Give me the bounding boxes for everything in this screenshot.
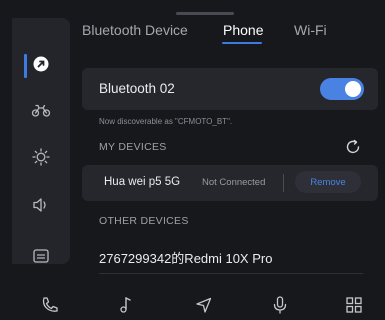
nav-navigation[interactable]: [192, 296, 216, 318]
tab-phone[interactable]: Phone: [223, 22, 263, 38]
device-status: Not Connected: [202, 177, 266, 188]
sidebar-item-volume[interactable]: [12, 190, 70, 220]
phone-icon: [40, 295, 60, 320]
bottom-nav-bar: [0, 292, 385, 320]
display-icon: [32, 248, 50, 264]
nav-voice[interactable]: [268, 295, 292, 320]
motorcycle-icon: [31, 102, 51, 118]
apps-grid-icon: [345, 296, 363, 319]
navigation-icon: [194, 295, 214, 320]
nav-phone[interactable]: [38, 296, 62, 318]
other-devices-heading: OTHER DEVICES: [99, 215, 189, 227]
bluetooth-toggle[interactable]: [320, 78, 364, 100]
brightness-icon: [32, 148, 50, 166]
tab-wifi[interactable]: Wi-Fi: [294, 22, 327, 38]
bluetooth-settings-icon: [32, 55, 50, 73]
my-devices-heading: MY DEVICES: [99, 141, 167, 153]
device-name: Hua wei p5 5G: [104, 176, 181, 188]
nav-apps[interactable]: [342, 296, 366, 318]
nav-music[interactable]: [114, 296, 138, 318]
divider: [99, 273, 363, 274]
list-item[interactable]: Hua wei p5 5G Not Connected Remove: [82, 165, 378, 201]
sidebar-item-vehicle[interactable]: [12, 95, 70, 125]
sidebar-item-display[interactable]: [12, 241, 70, 271]
sidebar-item-brightness[interactable]: [12, 142, 70, 172]
settings-sidebar: [12, 18, 70, 264]
toggle-knob: [345, 81, 361, 97]
other-device-name[interactable]: 2767299342的Redmi 10X Pro: [99, 248, 272, 267]
music-icon: [117, 295, 135, 320]
refresh-icon[interactable]: [344, 138, 362, 156]
drag-handle[interactable]: [176, 12, 234, 15]
bluetooth-name: Bluetooth 02: [99, 81, 175, 96]
sidebar-item-bluetooth[interactable]: [12, 49, 70, 79]
tab-bluetooth-device[interactable]: Bluetooth Device: [82, 22, 188, 38]
divider: [283, 174, 284, 192]
remove-button[interactable]: Remove: [295, 171, 361, 193]
discoverable-text: Now discoverable as "CFMOTO_BT".: [99, 117, 233, 126]
bluetooth-toggle-row: Bluetooth 02: [82, 68, 378, 110]
microphone-icon: [271, 295, 289, 320]
volume-icon: [32, 197, 50, 213]
active-tab-indicator: [222, 42, 262, 44]
